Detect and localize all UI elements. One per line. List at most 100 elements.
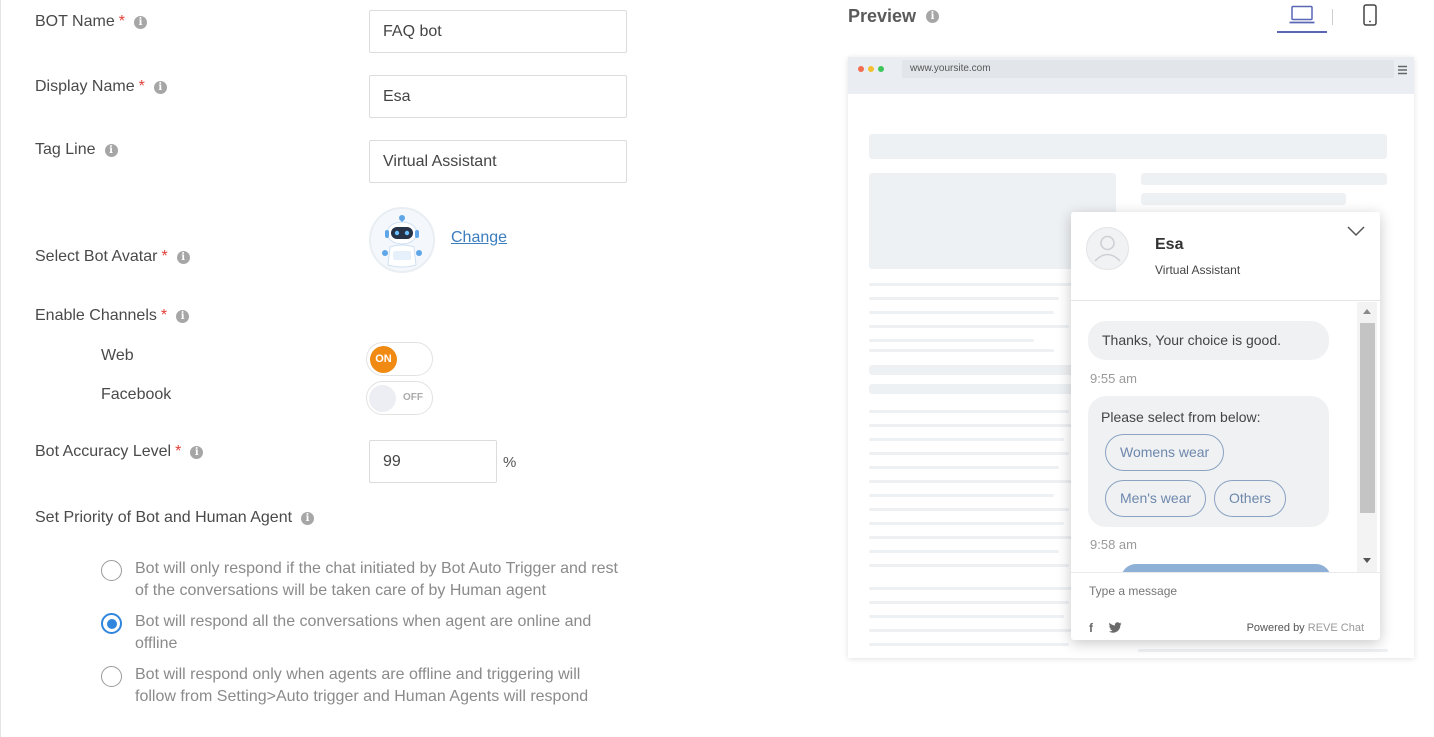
placeholder-line — [869, 438, 1064, 441]
option-chip-womens-wear[interactable]: Womens wear — [1105, 434, 1225, 471]
chat-messages: Thanks, Your choice is good. 9:55 am Ple… — [1071, 302, 1380, 572]
chat-message-input[interactable] — [1071, 572, 1380, 608]
select-bot-avatar-label-text: Select Bot Avatar — [35, 248, 158, 265]
bot-accuracy-label: Bot Accuracy Level * i — [35, 443, 204, 461]
device-separator — [1332, 9, 1333, 25]
option-chip-others[interactable]: Others — [1214, 480, 1287, 517]
twitter-icon[interactable] — [1109, 622, 1122, 636]
placeholder-side-block — [1141, 173, 1387, 185]
chat-scrollbar[interactable] — [1357, 302, 1377, 572]
page-left-border — [0, 0, 1, 737]
agent-avatar — [1086, 227, 1129, 270]
info-icon[interactable]: i — [153, 80, 167, 94]
laptop-icon[interactable] — [1289, 5, 1315, 30]
tag-line-input[interactable] — [369, 140, 627, 183]
tag-line-label-text: Tag Line — [35, 141, 96, 158]
info-icon[interactable]: i — [190, 445, 204, 459]
bot-message-options: Please select from below: Womens wear Me… — [1088, 396, 1329, 527]
required-asterisk: * — [118, 13, 125, 30]
placeholder-line — [869, 466, 1059, 469]
tag-line-label: Tag Line i — [35, 141, 118, 159]
chat-widget-header: Esa Virtual Assistant — [1071, 212, 1380, 301]
change-avatar-link[interactable]: Change — [451, 229, 507, 247]
placeholder-block — [869, 365, 1074, 375]
user-message-bubble — [1121, 564, 1331, 572]
placeholder-line — [869, 494, 1054, 497]
placeholder-line — [869, 311, 1054, 314]
powered-by-text: Powered by REVE Chat — [1247, 622, 1364, 634]
browser-url: www.yoursite.com — [902, 60, 1394, 78]
scroll-down-arrow-icon[interactable] — [1363, 558, 1371, 563]
info-icon[interactable]: i — [926, 10, 940, 23]
chat-widget-footer: f Powered by REVE Chat — [1071, 612, 1380, 640]
placeholder-block — [869, 384, 1074, 394]
bot-name-label: BOT Name * i — [35, 13, 147, 31]
priority-radio-offline-only[interactable] — [101, 666, 122, 687]
priority-radio-always[interactable] — [101, 613, 122, 634]
placeholder-side-block — [1141, 193, 1346, 205]
info-icon[interactable]: i — [176, 309, 190, 323]
placeholder-line — [869, 452, 1069, 455]
mobile-icon[interactable] — [1363, 4, 1377, 31]
widget-bot-tagline: Virtual Assistant — [1155, 263, 1241, 277]
user-icon — [1094, 235, 1121, 262]
placeholder-line — [869, 629, 1074, 632]
browser-dot-yellow — [868, 66, 874, 72]
bot-avatar-image[interactable] — [369, 207, 435, 273]
bot-accuracy-label-text: Bot Accuracy Level — [35, 443, 172, 460]
placeholder-line — [869, 349, 1054, 352]
placeholder-line — [869, 564, 1069, 567]
placeholder-line — [869, 601, 1069, 604]
web-channel-toggle[interactable]: ON — [366, 342, 433, 376]
info-icon[interactable]: i — [104, 143, 118, 157]
info-icon[interactable]: i — [176, 250, 190, 264]
bot-name-label-text: BOT Name — [35, 13, 115, 30]
hamburger-icon — [1398, 62, 1407, 80]
placeholder-header-block — [869, 134, 1387, 159]
priority-label-text: Set Priority of Bot and Human Agent — [35, 509, 293, 526]
priority-option-text: Bot will respond only when agents are of… — [135, 666, 589, 705]
placeholder-line — [869, 615, 1064, 618]
browser-address-bar: www.yoursite.com — [848, 57, 1414, 94]
channel-web-label: Web — [101, 347, 134, 364]
brand-name: REVE Chat — [1307, 622, 1364, 634]
message-timestamp: 9:58 am — [1090, 537, 1137, 552]
placeholder-line — [869, 643, 1069, 646]
bot-message: Thanks, Your choice is good. — [1088, 321, 1329, 360]
placeholder-line — [869, 587, 1074, 590]
bot-name-input[interactable] — [369, 10, 627, 53]
chat-widget: Esa Virtual Assistant Thanks, Your choic… — [1071, 212, 1380, 640]
scrollbar-thumb[interactable] — [1360, 323, 1375, 513]
placeholder-line — [869, 424, 1074, 427]
option-chip-mens-wear[interactable]: Men's wear — [1105, 480, 1207, 517]
info-icon[interactable]: i — [133, 15, 147, 29]
required-asterisk: * — [161, 248, 168, 265]
placeholder-line — [869, 283, 1074, 286]
message-timestamp: 9:55 am — [1090, 371, 1137, 386]
device-active-underline — [1277, 31, 1327, 33]
chevron-down-icon[interactable] — [1347, 224, 1365, 242]
priority-label: Set Priority of Bot and Human Agent i — [35, 509, 315, 527]
info-icon[interactable]: i — [301, 511, 315, 525]
display-name-input[interactable] — [369, 75, 627, 118]
bot-accuracy-input[interactable] — [369, 440, 497, 483]
browser-dot-red — [858, 66, 864, 72]
toggle-knob-off — [369, 385, 396, 412]
required-asterisk: * — [175, 443, 182, 460]
facebook-icon[interactable]: f — [1089, 621, 1093, 635]
percent-unit: % — [503, 454, 517, 471]
toggle-knob-on: ON — [370, 346, 397, 373]
preview-title: Preview i — [848, 6, 940, 27]
placeholder-line — [869, 522, 1064, 525]
facebook-channel-toggle[interactable]: OFF — [366, 381, 433, 415]
priority-radio-auto-trigger[interactable] — [101, 560, 122, 581]
priority-option-text: Bot will only respond if the chat initia… — [135, 560, 618, 599]
placeholder-line — [869, 325, 1069, 328]
browser-dot-green — [878, 66, 884, 72]
scroll-up-arrow-icon[interactable] — [1363, 309, 1371, 314]
placeholder-line — [869, 339, 1034, 342]
channel-facebook-label: Facebook — [101, 386, 172, 403]
placeholder-line — [869, 297, 1059, 300]
placeholder-line — [869, 410, 1069, 413]
enable-channels-label: Enable Channels * i — [35, 307, 190, 325]
